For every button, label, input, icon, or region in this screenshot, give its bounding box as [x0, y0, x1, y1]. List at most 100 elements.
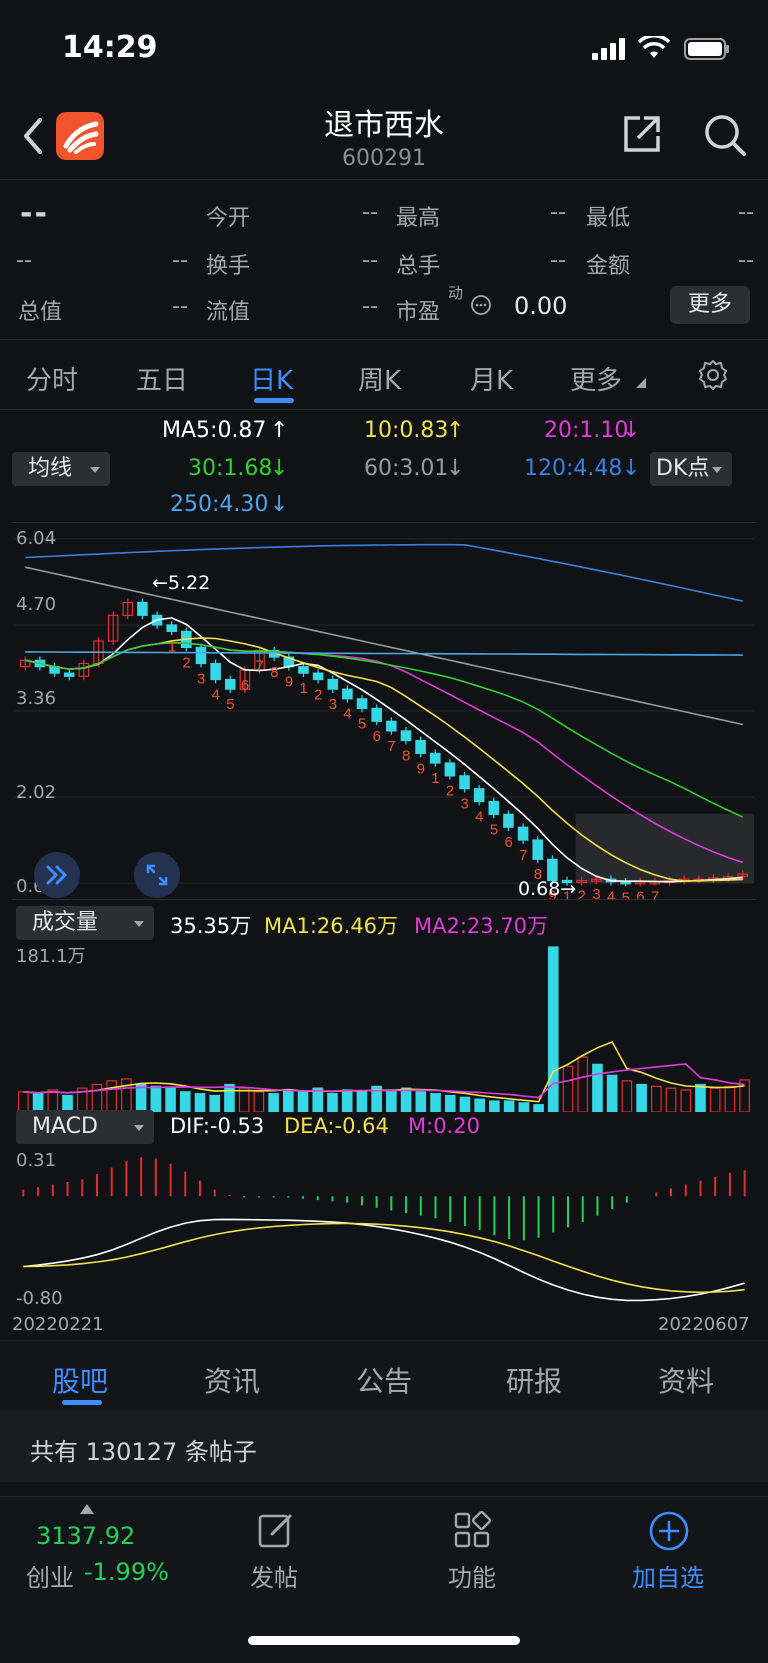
mcap-value: --: [172, 294, 188, 319]
tab-daily-k[interactable]: 日K: [250, 360, 293, 397]
high-annotation: ←5.22: [152, 572, 211, 594]
volume-bar: [135, 1083, 147, 1112]
volume-bar: [194, 1093, 206, 1112]
volume-bar: [695, 1083, 706, 1112]
macd-dif-line: [23, 1218, 745, 1302]
td-count-label: 7: [519, 847, 527, 864]
macd-y-tick: -0.80: [16, 1288, 63, 1309]
index-change[interactable]: -1.99%: [84, 1558, 169, 1586]
ma-indicator-dropdown[interactable]: 均线: [12, 452, 110, 486]
tab-guba[interactable]: 股吧: [52, 1360, 108, 1400]
volume-bar: [121, 1078, 132, 1112]
candle: [473, 788, 485, 803]
ma20-arrow: ↓: [622, 418, 641, 443]
add-circle-icon[interactable]: [648, 1510, 690, 1552]
caret-up-icon[interactable]: [80, 1504, 94, 1514]
volume-bar: [18, 1091, 29, 1112]
td-count-label: 2: [314, 686, 322, 703]
ma30-line: [25, 641, 744, 818]
post-button[interactable]: 发帖: [250, 1558, 298, 1593]
high-label: 最高: [396, 206, 441, 231]
macd-dif: DIF:-0.53: [170, 1114, 265, 1138]
volume-bar: [444, 1094, 456, 1112]
tab-news[interactable]: 资讯: [204, 1360, 260, 1400]
volume-bar: [651, 1085, 662, 1112]
tab-weekly-k[interactable]: 周K: [358, 360, 401, 397]
volume-bar: [709, 1087, 721, 1112]
td-count-label: 2: [446, 783, 454, 800]
td-count-label: 1: [431, 770, 439, 787]
volume-bar: [341, 1089, 353, 1112]
td-count-label: 9: [285, 674, 293, 691]
volume-bar: [474, 1098, 485, 1112]
volume-bar: [606, 1074, 618, 1112]
double-chevron-right-icon: [46, 865, 68, 885]
macd-indicator-dropdown[interactable]: MACD: [16, 1110, 154, 1144]
candle: [386, 720, 397, 732]
last-price: --: [20, 196, 49, 231]
ma250-arrow: ↓: [270, 492, 289, 517]
tab-five-day[interactable]: 五日: [136, 360, 188, 397]
high-value: --: [550, 200, 566, 225]
x-end-date: 20220607: [658, 1314, 750, 1335]
add-watchlist-button[interactable]: 加自选: [632, 1558, 704, 1593]
volume-bar: [150, 1085, 162, 1112]
volume-ma1: MA1:26.46万: [264, 914, 399, 938]
tab-monthly-k[interactable]: 月K: [470, 360, 513, 397]
volume-bar: [91, 1083, 103, 1112]
low-annotation: 0.68→: [518, 878, 577, 900]
dk-point-button[interactable]: DK点: [650, 452, 732, 486]
td-count-label: 4: [212, 686, 220, 703]
tab-profile[interactable]: 资料: [658, 1360, 714, 1400]
fullscreen-icon: [146, 864, 168, 886]
tab-announcements[interactable]: 公告: [356, 1360, 412, 1400]
index-value[interactable]: 3137.92: [36, 1522, 135, 1550]
volume-label: 总手: [396, 254, 441, 279]
tab-more[interactable]: 更多: [570, 360, 622, 397]
ma120-arrow: ↓: [622, 456, 641, 481]
info-icon[interactable]: [470, 294, 492, 316]
search-icon[interactable]: [702, 112, 748, 158]
candle: [166, 624, 177, 632]
td-count-label: 6: [636, 889, 644, 900]
volume-indicator-dropdown[interactable]: 成交量: [16, 906, 154, 940]
active-tab-indicator: [254, 398, 294, 403]
tab-research[interactable]: 研报: [506, 1360, 562, 1400]
ma5-arrow: ↑: [270, 418, 289, 443]
td-count-label: 4: [475, 808, 483, 825]
mcap-label: 总值: [18, 300, 63, 325]
candle: [488, 800, 500, 815]
candlestick-chart[interactable]: 1234567 89 1 23456789123456789 1 2 3 4 5 6 7: [12, 522, 756, 900]
volume-bar: [518, 1102, 530, 1112]
macd-chart[interactable]: [12, 1148, 756, 1308]
ma250-value: 250:4.30: [170, 492, 269, 517]
index-name[interactable]: 创业: [26, 1558, 74, 1593]
fullscreen-button[interactable]: [134, 852, 180, 898]
candle: [224, 678, 236, 690]
functions-button[interactable]: 功能: [448, 1558, 496, 1593]
td-count-label: 7: [256, 658, 264, 675]
edit-icon[interactable]: [256, 1510, 296, 1550]
candle: [327, 678, 339, 690]
ma60-arrow: ↓: [446, 456, 465, 481]
pe-value: 0.00: [514, 292, 568, 320]
volume-bar: [562, 1065, 574, 1112]
macd-dea-line: [23, 1222, 745, 1294]
ma30-arrow: ↓: [270, 456, 289, 481]
more-button[interactable]: 更多: [670, 286, 750, 324]
td-count-label: 2: [182, 654, 190, 671]
td-count-label: 5: [358, 715, 366, 732]
expand-left-button[interactable]: [34, 852, 80, 898]
tab-intraday[interactable]: 分时: [26, 360, 78, 397]
gear-icon[interactable]: [696, 358, 730, 392]
volume-bar: [489, 1100, 500, 1112]
td-count-label: 8: [270, 664, 278, 681]
td-count-label: 3: [197, 670, 205, 687]
volume-bar: [400, 1087, 412, 1112]
grid-icon[interactable]: [452, 1510, 492, 1550]
volume-chart[interactable]: [12, 940, 756, 1112]
change-value: --: [16, 248, 32, 273]
share-icon[interactable]: [620, 112, 664, 156]
volume-bar: [665, 1087, 677, 1112]
low-value: --: [738, 200, 754, 225]
